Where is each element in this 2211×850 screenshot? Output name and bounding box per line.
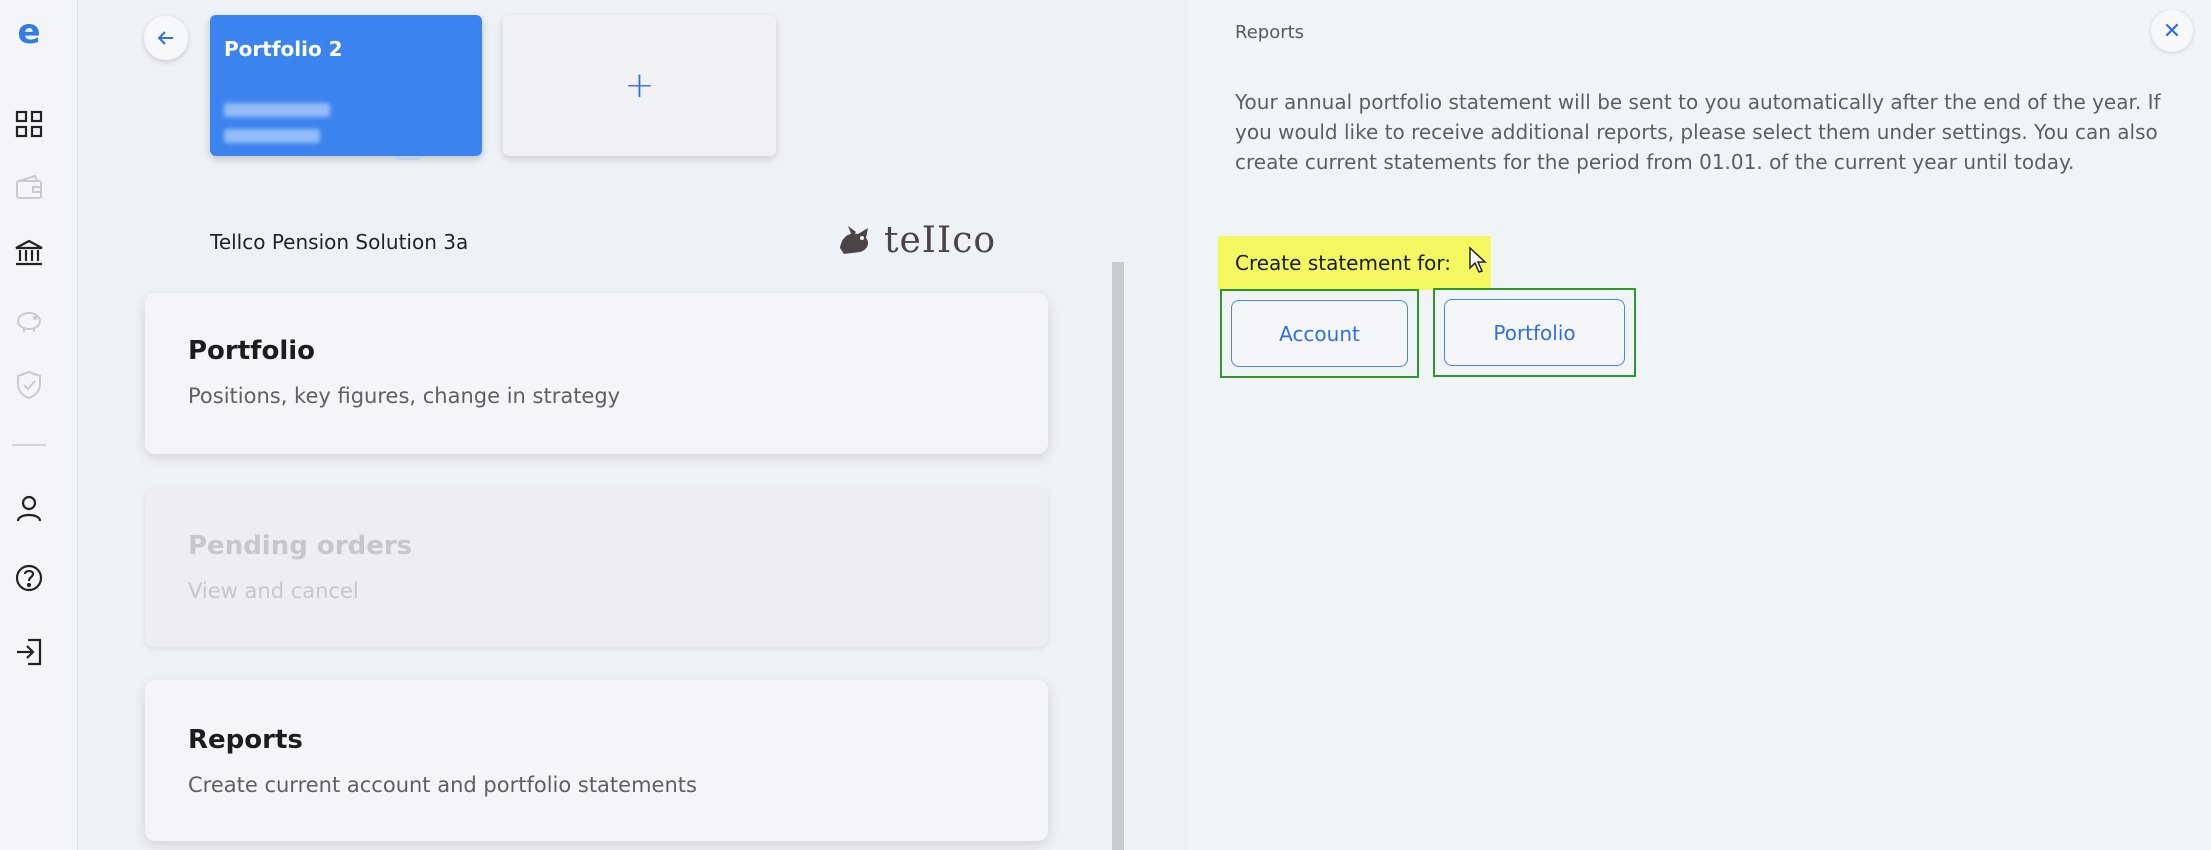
mouse-cursor-icon [1469, 246, 1487, 273]
blurred-performance [224, 129, 320, 143]
reports-panel: Reports ✕ Your annual portfolio statemen… [1190, 0, 2211, 850]
piggy-bank-icon[interactable] [11, 302, 47, 338]
user-icon[interactable] [11, 490, 47, 526]
blurred-balance [224, 103, 330, 117]
add-portfolio-button[interactable]: + [503, 15, 776, 156]
rail-divider [12, 444, 46, 446]
dashboard-grid-icon[interactable] [11, 106, 47, 142]
menu-card-subtitle: Positions, key figures, change in strate… [188, 384, 621, 408]
menu-card-portfolio[interactable]: Portfolio Positions, key figures, change… [145, 293, 1048, 454]
help-icon[interactable] [11, 560, 47, 596]
account-statement-button[interactable]: Account [1231, 300, 1408, 367]
portfolio-button-focus: Portfolio [1433, 288, 1636, 377]
left-rail: e [0, 0, 78, 850]
reports-intro-text: Your annual portfolio statement will be … [1235, 90, 2161, 174]
arrow-left-icon [157, 31, 173, 45]
create-statement-label: Create statement for: [1218, 236, 1491, 290]
close-icon: ✕ [2162, 18, 2182, 44]
logo-letter: e [17, 12, 41, 52]
panel-title: Reports [1235, 22, 1305, 43]
scrollbar[interactable] [1112, 262, 1124, 850]
portfolio-card-active[interactable]: Portfolio 2 [210, 15, 482, 156]
menu-card-title: Portfolio [188, 336, 316, 366]
portfolio-card-name: Portfolio 2 [224, 37, 343, 61]
bank-icon[interactable] [11, 235, 47, 271]
menu-card-reports[interactable]: Reports Create current account and portf… [145, 680, 1048, 841]
wallet-icon[interactable] [11, 170, 47, 206]
back-button[interactable] [144, 16, 188, 60]
menu-card-subtitle: Create current account and portfolio sta… [188, 773, 697, 797]
menu-card-subtitle: View and cancel [188, 579, 359, 603]
tellco-logo: teIIco [834, 218, 996, 262]
menu-card-title: Reports [188, 725, 303, 755]
product-name: Tellco Pension Solution 3a [210, 230, 469, 254]
menu-card-title: Pending orders [188, 531, 413, 561]
logo-e-icon[interactable]: e [11, 12, 47, 52]
account-button-focus: Account [1220, 289, 1419, 378]
logo-text: teIIco [884, 219, 997, 261]
menu-card-pending-orders: Pending orders View and cancel [145, 487, 1048, 647]
plus-icon: + [624, 65, 655, 106]
logout-icon[interactable] [11, 634, 47, 670]
tellco-logo-icon [840, 226, 868, 254]
portfolio-statement-button[interactable]: Portfolio [1444, 299, 1625, 366]
card-indicator [394, 157, 420, 160]
shield-check-icon[interactable] [11, 367, 47, 403]
close-button[interactable]: ✕ [2151, 10, 2193, 52]
